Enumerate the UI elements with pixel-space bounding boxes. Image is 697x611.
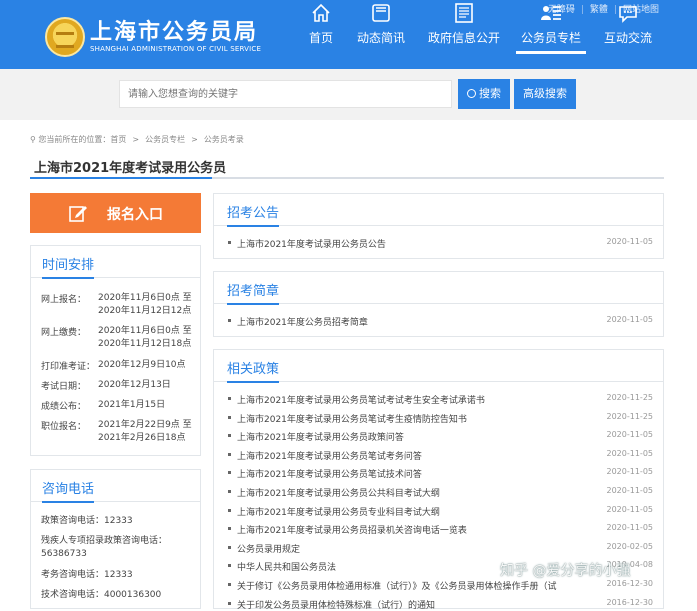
list-item[interactable]: 上海市2021年度考试录用公务员笔试技术问答 2020-11-05 [228, 466, 653, 480]
list-item[interactable]: 关于印发公务员录用体检特殊标准（试行）的通知 2016-12-30 [228, 597, 653, 611]
breadcrumb-prefix[interactable]: 您当前所在的位置：首页 [38, 135, 126, 144]
site-header: 上海市公务员局 SHANGHAI ADMINISTRATION OF CIVIL… [0, 0, 697, 69]
nav-interaction[interactable]: 互动交流 [601, 0, 655, 54]
list-item[interactable]: 上海市2021年度考试录用公务员笔试考务问答 2020-11-05 [228, 448, 653, 462]
signup-entry-button[interactable]: 报名入口 [30, 193, 201, 233]
nav-gov-info[interactable]: 政府信息公开 [424, 0, 504, 54]
consult-line: 政策咨询电话：12333 [41, 516, 133, 526]
list-item[interactable]: 上海市2021年度考试录用公务员笔试考试考生安全考试承诺书 2020-11-25 [228, 392, 653, 406]
title-divider [30, 177, 664, 179]
consult-box: 咨询电话 政策咨询电话：12333 残疾人专项招录政策咨询电话： 5638673… [30, 469, 201, 609]
watermark-text: 知乎 @爱分享的小强 [500, 563, 631, 579]
list-item[interactable]: 上海市2021年度考试录用公务员公共科目考试大纲 2020-11-05 [228, 485, 653, 499]
breadcrumb-item[interactable]: 公务员专栏 [145, 135, 185, 144]
site-title[interactable]: 上海市公务员局 [90, 14, 258, 46]
nav-civil-servant[interactable]: 公务员专栏 [516, 0, 586, 54]
notice-panel: 招考公告 上海市2021年度考试录用公务员公告 2020-11-05 [213, 193, 664, 259]
brief-title: 招考简章 [227, 280, 280, 305]
brief-panel: 招考简章 上海市2021年度公务员招考简章 2020-11-05 [213, 271, 664, 337]
nav-home[interactable]: 首页 [300, 0, 342, 54]
breadcrumb-item[interactable]: 公务员考录 [204, 135, 244, 144]
schedule-box: 时间安排 网上报名： 2020年11月6日0点 至 2020年11月12日12点 … [30, 245, 201, 456]
nav-news[interactable]: 动态简讯 [356, 0, 406, 54]
consult-line: 技术咨询电话：4000136300 [41, 590, 162, 600]
list-item[interactable]: 上海市2021年度考试录用公务员专业科目考试大纲 2020-11-05 [228, 504, 653, 518]
page-title: 上海市2021年度考试录用公务员 [34, 161, 227, 176]
news-icon [372, 4, 390, 22]
edit-icon [69, 206, 87, 222]
notice-title: 招考公告 [227, 202, 280, 227]
list-item[interactable]: 上海市2021年度公务员招考简章 2020-11-05 [228, 314, 653, 328]
list-item[interactable]: 上海市2021年度考试录用公务员招录机关咨询电话一览表 2020-11-05 [228, 522, 653, 536]
consult-line: 考务咨询电话：12333 [41, 570, 133, 580]
search-input[interactable] [119, 80, 452, 108]
chat-icon [619, 6, 637, 23]
emblem-logo-icon[interactable] [45, 17, 85, 57]
list-item[interactable]: 上海市2021年度考试录用公务员公告 2020-11-05 [228, 236, 653, 250]
consult-title: 咨询电话 [42, 478, 95, 503]
document-icon [455, 3, 473, 23]
advanced-search-button[interactable]: 高级搜索 [514, 79, 576, 109]
policy-title: 相关政策 [227, 358, 280, 383]
site-subtitle: SHANGHAI ADMINISTRATION OF CIVIL SERVICE [90, 45, 262, 53]
consult-line: 残疾人专项招录政策咨询电话： 56386733 [41, 536, 168, 559]
search-icon [467, 89, 476, 98]
list-item[interactable]: 关于修订《公务员录用体检通用标准（试行）》及《公务员录用体检操作手册（试 2016… [228, 578, 653, 592]
schedule-title: 时间安排 [42, 254, 95, 279]
breadcrumb: ⚲ 您当前所在的位置：首页 > 公务员专栏 > 公务员考录 [30, 135, 244, 144]
search-button[interactable]: 搜索 [458, 79, 510, 109]
list-item[interactable]: 上海市2021年度考试录用公务员政策问答 2020-11-05 [228, 429, 653, 443]
list-item[interactable]: 公务员录用规定 2020-02-05 [228, 541, 653, 555]
people-list-icon [541, 6, 561, 20]
home-icon [312, 3, 330, 22]
list-item[interactable]: 上海市2021年度考试录用公务员笔试考生疫情防控告知书 2020-11-25 [228, 411, 653, 425]
